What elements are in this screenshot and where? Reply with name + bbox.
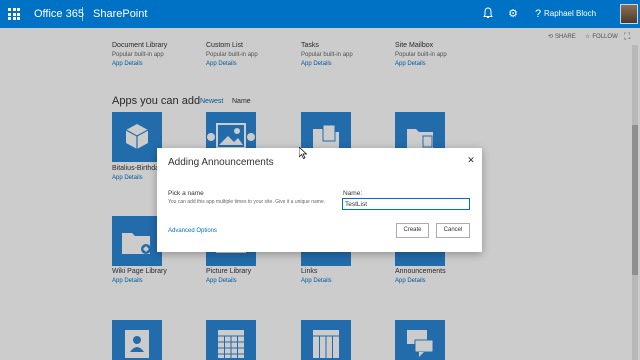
name-input[interactable] [342, 198, 470, 210]
avatar[interactable] [620, 4, 638, 24]
create-button[interactable]: Create [396, 223, 429, 238]
pick-name-description: You can add this app multiple times to y… [168, 199, 326, 205]
divider [82, 7, 83, 21]
gear-icon[interactable]: ⚙ [506, 7, 520, 21]
app-name[interactable]: SharePoint [93, 8, 147, 20]
dialog-title: Adding Announcements [168, 157, 274, 168]
waffle-icon[interactable] [8, 8, 20, 20]
advanced-options-link[interactable]: Advanced Options [168, 228, 217, 234]
bell-icon[interactable] [481, 7, 495, 21]
add-app-dialog: Adding Announcements ✕ Pick a name You c… [157, 148, 482, 252]
user-name[interactable]: Raphael Bloch [544, 9, 596, 18]
help-icon[interactable]: ? [531, 7, 545, 21]
close-icon[interactable]: ✕ [465, 154, 477, 166]
pick-name-label: Pick a name [168, 190, 204, 197]
suite-bar: Office 365 SharePoint ⚙ ? Raphael Bloch [0, 0, 640, 28]
mouse-cursor-icon [298, 146, 308, 164]
brand-label[interactable]: Office 365 [34, 8, 84, 20]
name-field-label: Name: [343, 190, 363, 197]
cancel-button[interactable]: Cancel [436, 223, 470, 238]
